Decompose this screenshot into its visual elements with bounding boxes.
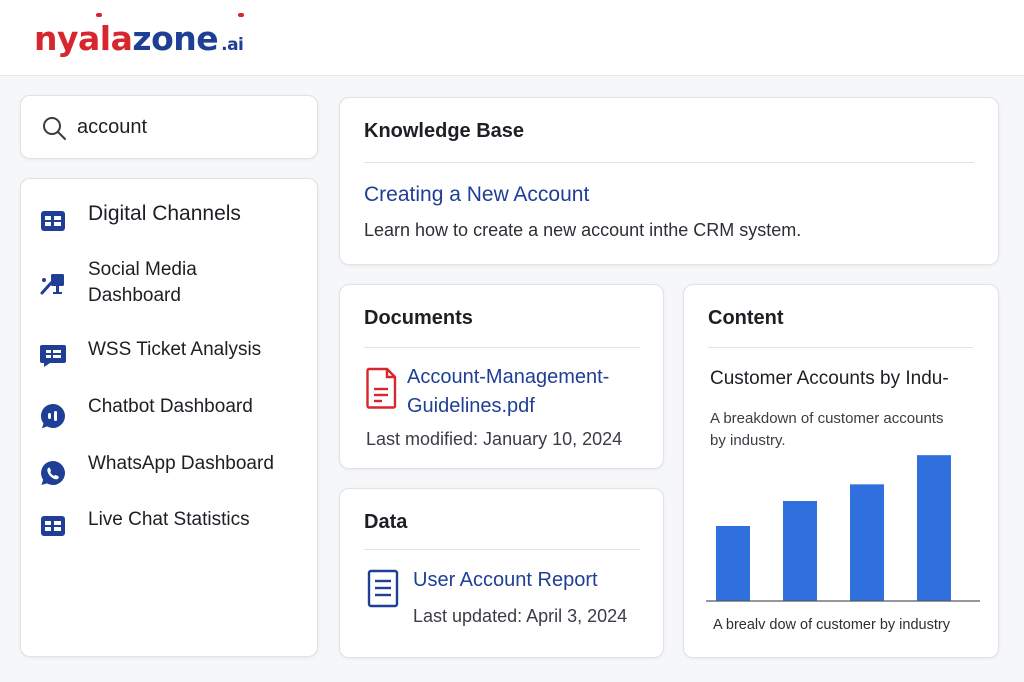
chart-caption: A brealv dow of customer by industry <box>713 617 950 633</box>
document-modified-date: Last modified: January 10, 2024 <box>366 429 623 449</box>
sidebar-item-live-chat-statistics[interactable]: Live Chat Statistics <box>21 507 317 541</box>
grid-icon <box>41 211 65 231</box>
chart-bar <box>850 484 884 601</box>
sidebar-item-label: Chatbot Dashboard <box>88 396 253 417</box>
documents-card: Documents Account-Management- Guidelines… <box>339 284 664 469</box>
sidebar-item-wss-ticket-analysis[interactable]: WSS Ticket Analysis <box>21 337 317 371</box>
divider <box>364 549 640 550</box>
chatbot-icon <box>40 403 65 429</box>
document-icon <box>367 569 399 608</box>
divider <box>364 162 974 163</box>
ticket-icon <box>40 345 66 367</box>
divider <box>364 347 640 348</box>
sidebar-item-label: WSS Ticket Analysis <box>88 339 262 360</box>
kb-article-link[interactable]: Creating a New Account <box>364 183 589 207</box>
pdf-file-icon <box>366 367 397 409</box>
sidebar-item-label: Social Media Dashboard <box>88 259 197 306</box>
search-icon <box>43 117 66 140</box>
whatsapp-icon <box>41 461 65 485</box>
document-link-line1: Account-Management- <box>407 366 610 388</box>
data-card: Data User Account Report Last updated: A… <box>339 488 664 658</box>
search-input[interactable] <box>77 110 302 144</box>
logo[interactable]: nyala zone .ai <box>34 19 244 58</box>
sidebar-item-label: Live Chat Statistics <box>88 509 250 530</box>
sidebar-item-label: WhatsApp Dashboard <box>88 453 274 474</box>
logo-text-blue: zone <box>132 19 219 58</box>
data-report-updated: Last updated: April 3, 2024 <box>413 606 628 626</box>
sidebar-item-chatbot-dashboard[interactable]: Chatbot Dashboard <box>21 394 317 429</box>
data-report-link[interactable]: User Account Report <box>413 569 598 592</box>
documents-title: Documents <box>364 307 473 329</box>
chart-bar <box>783 501 817 601</box>
top-bar: nyala zone .ai <box>0 0 1024 76</box>
kb-article-description: Learn how to create a new account inthe … <box>364 220 802 240</box>
chart-bar <box>716 526 750 601</box>
document-link-line2: Guidelines.pdf <box>407 395 535 417</box>
grid-icon <box>41 516 65 536</box>
logo-suffix: .ai <box>221 35 244 55</box>
knowledge-base-title: Knowledge Base <box>364 120 525 142</box>
sidebar-item-social-media-dashboard[interactable]: Social Media Dashboard <box>21 257 317 313</box>
document-link[interactable]: Account-Management- Guidelines.pdf <box>407 363 609 421</box>
sidebar-item-digital-channels[interactable]: Digital Channels <box>21 201 317 237</box>
content-card: Content Customer Accounts by Indu- A bre… <box>683 284 999 658</box>
sidebar: Digital Channels Social Media Dashboard … <box>20 178 318 657</box>
logo-text-red: nyala <box>34 19 133 58</box>
sidebar-item-label: Digital Channels <box>88 202 241 225</box>
search-box[interactable] <box>20 95 318 159</box>
data-title: Data <box>364 511 408 533</box>
social-media-icon <box>40 274 64 295</box>
sidebar-item-whatsapp-dashboard[interactable]: WhatsApp Dashboard <box>21 451 317 485</box>
bar-chart <box>706 455 980 602</box>
knowledge-base-card: Knowledge Base Creating a New Account Le… <box>339 97 999 265</box>
chart-bar <box>917 455 951 601</box>
